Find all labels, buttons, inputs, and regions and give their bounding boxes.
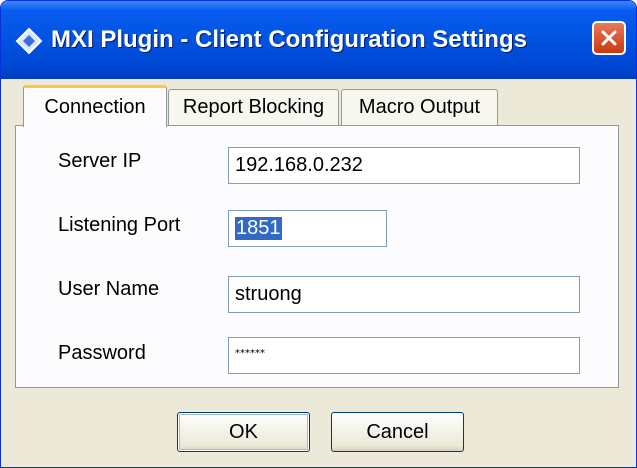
password-label: Password <box>58 342 146 364</box>
listening-port-value: 1851 <box>235 217 282 240</box>
server-ip-field[interactable]: 192.168.0.232 <box>228 147 580 184</box>
listening-port-label: Listening Port <box>58 214 181 236</box>
dialog-window: MXI Plugin - Client Configuration Settin… <box>0 0 637 468</box>
password-value: ****** <box>235 348 265 359</box>
cancel-button[interactable]: Cancel <box>331 412 464 452</box>
window-title: MXI Plugin - Client Configuration Settin… <box>51 26 527 53</box>
close-button[interactable] <box>592 21 626 55</box>
tab-connection[interactable]: Connection <box>23 85 167 127</box>
close-icon <box>601 30 617 46</box>
user-name-label: User Name <box>58 278 160 300</box>
user-name-field[interactable]: struong <box>228 276 580 313</box>
title-bar[interactable]: MXI Plugin - Client Configuration Settin… <box>1 1 636 79</box>
ok-button[interactable]: OK <box>177 412 310 452</box>
tab-report-blocking[interactable]: Report Blocking <box>168 89 339 125</box>
server-ip-label: Server IP <box>58 150 142 172</box>
password-field[interactable]: ****** <box>228 337 580 374</box>
user-name-value: struong <box>235 283 302 305</box>
server-ip-value: 192.168.0.232 <box>235 154 363 176</box>
app-icon <box>15 27 43 55</box>
listening-port-field[interactable]: 1851 <box>228 210 387 247</box>
tab-macro-output[interactable]: Macro Output <box>341 89 498 125</box>
